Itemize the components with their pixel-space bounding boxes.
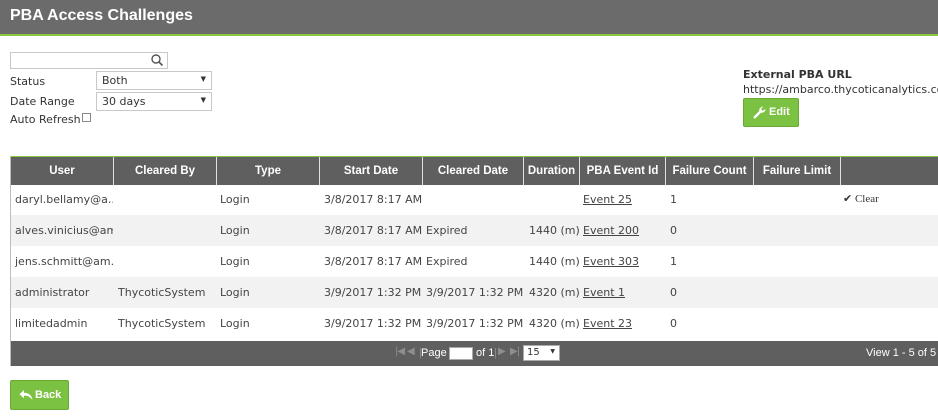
last-page-icon[interactable]: ▶| <box>510 346 520 357</box>
column-header-duration[interactable]: Duration <box>524 157 580 185</box>
view-range-text: View 1 - 5 of 5 <box>866 347 937 359</box>
cell-type: Login <box>220 193 250 206</box>
event-link[interactable]: Event 200 <box>583 215 639 246</box>
chevron-down-icon: ▼ <box>550 348 555 355</box>
cell-start-date: 3/8/2017 8:17 AM <box>324 193 423 206</box>
column-header-failure-count[interactable]: Failure Count <box>666 157 754 185</box>
cell-cleared-date: 3/9/2017 1:32 PM <box>426 317 524 330</box>
page-label: Page <box>421 347 447 359</box>
date-range-select[interactable]: 30 days ▼ <box>96 92 212 111</box>
event-link[interactable]: Event 25 <box>583 184 632 215</box>
cell-start-date: 3/9/2017 1:32 PM <box>324 286 422 299</box>
external-url-value: https://ambarco.thycoticanalytics.com <box>743 83 938 96</box>
column-header-user[interactable]: User <box>11 157 114 185</box>
column-header-action <box>841 157 938 185</box>
cell-user: daryl.bellamy@a... <box>15 193 113 206</box>
cell-failure-count: 0 <box>670 317 677 330</box>
cell-cleared-date: 3/9/2017 1:32 PM <box>426 286 524 299</box>
page-size-select[interactable]: 15 ▼ <box>523 345 560 361</box>
column-header-cleared-by[interactable]: Cleared By <box>114 157 217 185</box>
next-page-icon[interactable]: ▶ <box>498 346 506 357</box>
check-icon: ✔ <box>843 193 853 205</box>
chevron-down-icon: ▼ <box>200 96 206 104</box>
cell-user: jens.schmitt@am... <box>15 255 113 268</box>
chevron-down-icon: ▼ <box>200 75 206 83</box>
cell-duration: 1440 (m) <box>529 255 580 268</box>
clear-action[interactable]: ✔ Clear <box>843 184 879 215</box>
table-row: alves.vinicius@am.. Login 3/8/2017 8:17 … <box>11 215 938 246</box>
table-row: daryl.bellamy@a... Login 3/8/2017 8:17 A… <box>11 184 938 215</box>
external-url-label: External PBA URL <box>743 68 852 81</box>
status-select-value: Both <box>102 74 128 87</box>
table-pager: |◀ ◀ | Page of 1 | ▶ ▶| 15 ▼ View 1 - 5 … <box>11 341 938 366</box>
clear-action-label: Clear <box>854 193 879 205</box>
cell-type: Login <box>220 286 250 299</box>
cell-duration: 1440 (m) <box>529 224 580 237</box>
first-page-icon[interactable]: |◀ <box>395 346 405 357</box>
page-of-label: of 1 <box>476 347 495 359</box>
cell-cleared-date: Expired <box>426 255 468 268</box>
back-button-label: Back <box>35 389 62 401</box>
cell-type: Login <box>220 317 250 330</box>
cell-start-date: 3/8/2017 8:17 AM <box>324 255 423 268</box>
search-input[interactable] <box>10 52 168 69</box>
date-range-label: Date Range <box>10 95 75 108</box>
date-range-select-value: 30 days <box>102 95 146 108</box>
page-title: PBA Access Challenges <box>10 7 193 24</box>
auto-refresh-label: Auto Refresh <box>10 113 81 126</box>
cell-type: Login <box>220 255 250 268</box>
cell-failure-count: 1 <box>670 255 677 268</box>
event-link[interactable]: Event 23 <box>583 308 632 339</box>
cell-start-date: 3/9/2017 1:32 PM <box>324 317 422 330</box>
prev-page-icon[interactable]: ◀ <box>407 346 415 357</box>
column-header-failure-limit[interactable]: Failure Limit <box>754 157 841 185</box>
back-button[interactable]: Back <box>10 380 69 410</box>
event-link[interactable]: Event 303 <box>583 246 639 277</box>
cell-cleared-by: ThycoticSystem <box>118 317 206 330</box>
cell-user: administrator <box>15 286 90 299</box>
column-header-type[interactable]: Type <box>217 157 320 185</box>
challenges-table: User Cleared By Type Start Date Cleared … <box>10 156 938 366</box>
cell-cleared-date: Expired <box>426 224 468 237</box>
status-select[interactable]: Both ▼ <box>96 71 212 90</box>
table-row: limitedadmin ThycoticSystem Login 3/9/20… <box>11 308 938 339</box>
cell-duration: 4320 (m) <box>529 286 580 299</box>
cell-user: alves.vinicius@am.. <box>15 224 113 237</box>
column-header-start-date[interactable]: Start Date <box>320 157 423 185</box>
cell-start-date: 3/8/2017 8:17 AM <box>324 224 423 237</box>
cell-cleared-by: ThycoticSystem <box>118 286 206 299</box>
title-bar: PBA Access Challenges <box>0 0 938 36</box>
cell-failure-count: 0 <box>670 224 677 237</box>
table-row: jens.schmitt@am... Login 3/8/2017 8:17 A… <box>11 246 938 277</box>
cell-duration: 4320 (m) <box>529 317 580 330</box>
back-arrow-icon <box>19 390 33 400</box>
cell-type: Login <box>220 224 250 237</box>
column-header-cleared-date[interactable]: Cleared Date <box>423 157 524 185</box>
table-header: User Cleared By Type Start Date Cleared … <box>11 156 938 185</box>
cell-failure-count: 1 <box>670 193 677 206</box>
edit-button-label: Edit <box>769 106 790 118</box>
status-label: Status <box>10 75 46 88</box>
edit-button[interactable]: Edit <box>743 98 799 127</box>
cell-failure-count: 0 <box>670 286 677 299</box>
wrench-icon <box>753 106 766 119</box>
cell-user: limitedadmin <box>15 317 88 330</box>
auto-refresh-checkbox[interactable] <box>82 113 91 122</box>
table-row: administrator ThycoticSystem Login 3/9/2… <box>11 277 938 308</box>
page-size-value: 15 <box>527 347 540 358</box>
pager-divider: | <box>494 347 497 359</box>
search-icon[interactable] <box>150 52 164 68</box>
page-number-input[interactable] <box>449 347 473 360</box>
column-header-pba-event-id[interactable]: PBA Event Id <box>580 157 666 185</box>
event-link[interactable]: Event 1 <box>583 277 625 308</box>
